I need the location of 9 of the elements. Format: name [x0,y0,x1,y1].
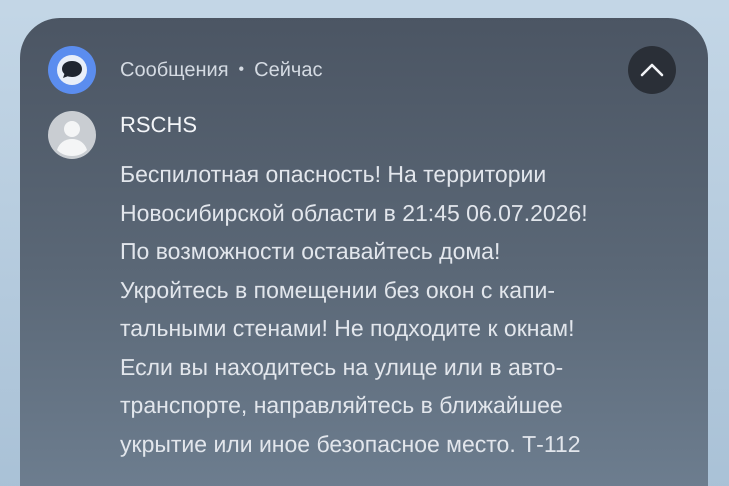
separator: • [238,60,244,80]
avatar-icon [48,111,96,159]
chat-bubble-icon [48,46,96,94]
app-name: Сообщения [120,58,229,83]
sender-name: RSCHS [120,111,198,139]
message-text: Беспилотная опасность! На территории Новосибирской области в 21:45 06.07.2026! По возможности оставайтесь дома! Укройтесь в помещении без окон с капи- тальными стенами! Не подходите к окнам! Если вы находитесь на улице или в авто- транспорте, направляйтесь в ближайшее укрытие или иное безопасное место. Т-112 [120,160,588,459]
chevron-up-icon [640,63,664,77]
collapse-button[interactable] [628,46,676,94]
timestamp: Сейчас [254,58,322,83]
